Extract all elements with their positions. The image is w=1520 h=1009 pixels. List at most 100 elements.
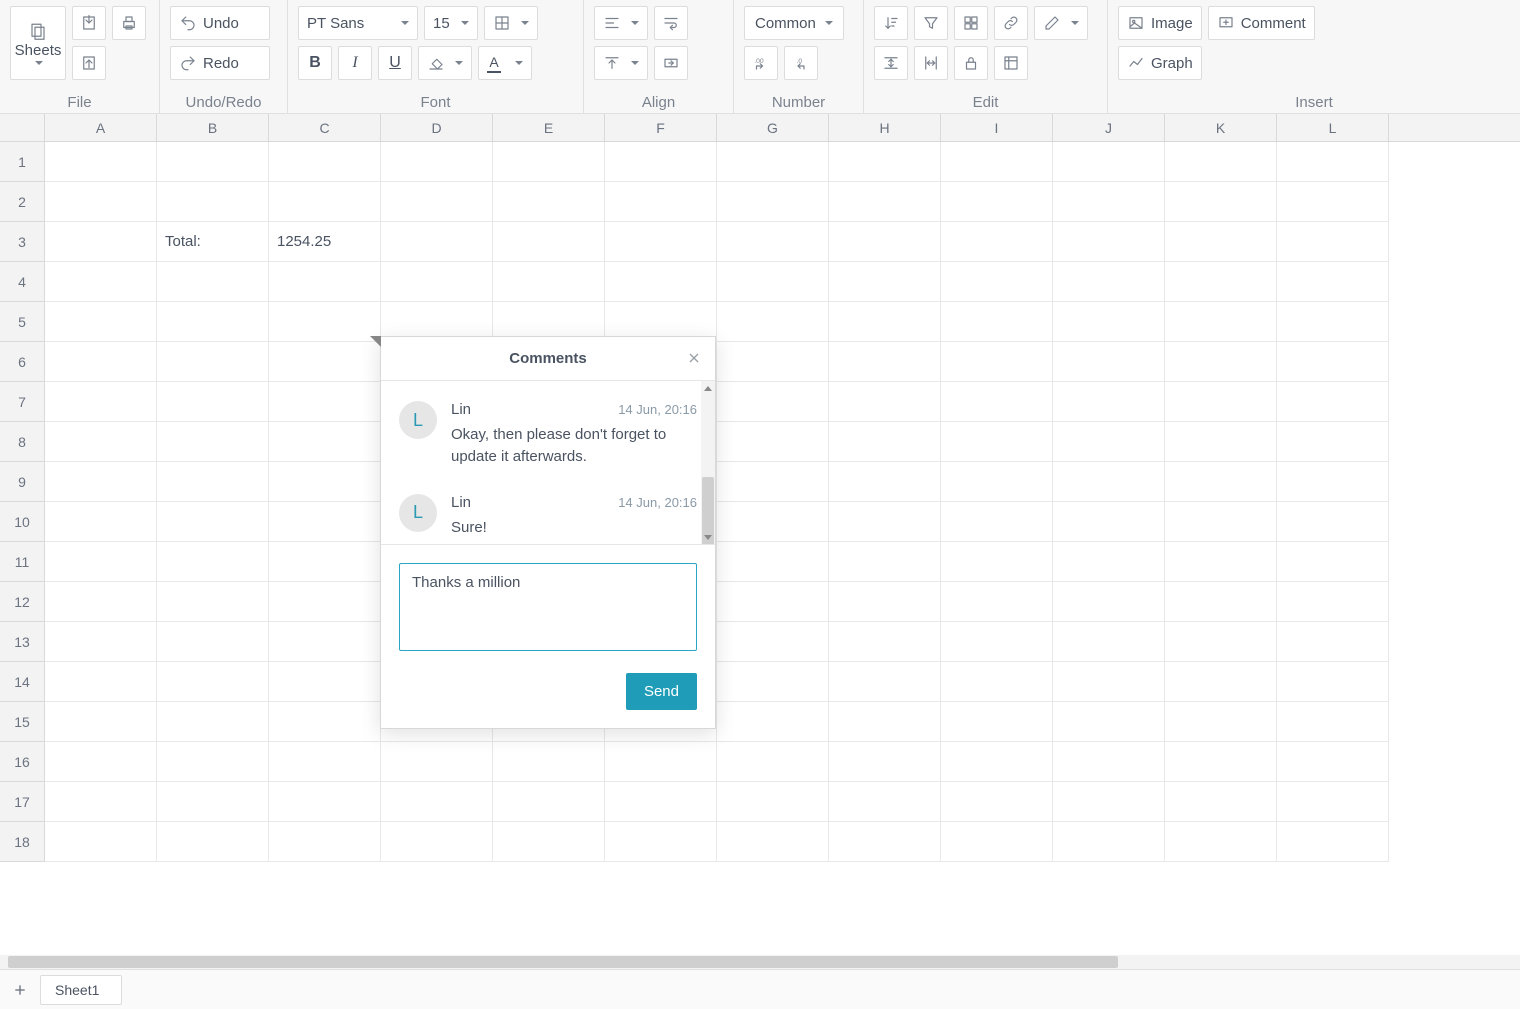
cell[interactable]: [1053, 742, 1165, 782]
cell[interactable]: [157, 422, 269, 462]
cell[interactable]: [269, 342, 381, 382]
cell[interactable]: [829, 822, 941, 862]
cell[interactable]: [157, 342, 269, 382]
cell[interactable]: [1277, 582, 1389, 622]
row-header[interactable]: 2: [0, 182, 44, 222]
colwidth-button[interactable]: [914, 46, 948, 80]
cell[interactable]: [717, 542, 829, 582]
import-button[interactable]: [72, 6, 106, 40]
row-header[interactable]: 5: [0, 302, 44, 342]
cell[interactable]: [941, 582, 1053, 622]
cell[interactable]: [45, 302, 157, 342]
cell[interactable]: [1165, 502, 1277, 542]
cell[interactable]: [1053, 582, 1165, 622]
cell[interactable]: [1277, 182, 1389, 222]
cell[interactable]: [605, 142, 717, 182]
cell[interactable]: [941, 262, 1053, 302]
cell[interactable]: [493, 822, 605, 862]
cell[interactable]: [605, 222, 717, 262]
cell[interactable]: [717, 142, 829, 182]
column-header[interactable]: D: [381, 114, 493, 141]
cell[interactable]: [45, 222, 157, 262]
cell[interactable]: [45, 342, 157, 382]
cell[interactable]: [45, 582, 157, 622]
border-button[interactable]: [484, 6, 538, 40]
column-header[interactable]: C: [269, 114, 381, 141]
cell[interactable]: [829, 342, 941, 382]
cell[interactable]: [1277, 782, 1389, 822]
number-format-select[interactable]: Common: [744, 6, 844, 40]
cell[interactable]: [717, 462, 829, 502]
cell[interactable]: [1277, 822, 1389, 862]
cells-area[interactable]: Total:1254.25: [45, 142, 1520, 955]
cell[interactable]: [1165, 182, 1277, 222]
cell[interactable]: [717, 622, 829, 662]
comments-scrollbar[interactable]: [701, 381, 715, 544]
cell[interactable]: [941, 182, 1053, 222]
row-header[interactable]: 15: [0, 702, 44, 742]
cell[interactable]: [381, 822, 493, 862]
cell[interactable]: [941, 302, 1053, 342]
merge-button[interactable]: [654, 46, 688, 80]
row-header[interactable]: 1: [0, 142, 44, 182]
cell[interactable]: [605, 262, 717, 302]
cell[interactable]: [1165, 262, 1277, 302]
insert-comment-button[interactable]: Comment: [1208, 6, 1315, 40]
cell[interactable]: [157, 142, 269, 182]
row-header[interactable]: 14: [0, 662, 44, 702]
cell[interactable]: [717, 702, 829, 742]
cell[interactable]: [829, 422, 941, 462]
valign-button[interactable]: [594, 46, 648, 80]
cell[interactable]: [1165, 462, 1277, 502]
cell[interactable]: [1165, 302, 1277, 342]
cell[interactable]: [381, 742, 493, 782]
cell[interactable]: [1165, 222, 1277, 262]
text-color-button[interactable]: A: [478, 46, 532, 80]
sheets-button[interactable]: Sheets: [10, 6, 66, 80]
cell[interactable]: [269, 702, 381, 742]
bold-button[interactable]: B: [298, 46, 332, 80]
cell[interactable]: [157, 742, 269, 782]
cell[interactable]: [1165, 342, 1277, 382]
row-header[interactable]: 8: [0, 422, 44, 462]
row-header[interactable]: 17: [0, 782, 44, 822]
row-header[interactable]: 9: [0, 462, 44, 502]
column-header[interactable]: L: [1277, 114, 1389, 141]
cell[interactable]: [717, 582, 829, 622]
font-size-select[interactable]: 15: [424, 6, 478, 40]
cell[interactable]: [941, 702, 1053, 742]
cell[interactable]: [269, 742, 381, 782]
cell[interactable]: [157, 542, 269, 582]
cell[interactable]: [605, 782, 717, 822]
cell[interactable]: [157, 182, 269, 222]
cell[interactable]: [605, 182, 717, 222]
cell[interactable]: [941, 462, 1053, 502]
cell[interactable]: [1053, 542, 1165, 582]
cell[interactable]: [1053, 502, 1165, 542]
cell[interactable]: [381, 262, 493, 302]
cell[interactable]: [1277, 742, 1389, 782]
link-button[interactable]: [994, 6, 1028, 40]
cell[interactable]: [381, 142, 493, 182]
cell[interactable]: [829, 702, 941, 742]
cell[interactable]: [381, 222, 493, 262]
scroll-thumb[interactable]: [8, 956, 1118, 968]
cell[interactable]: [1277, 382, 1389, 422]
cell[interactable]: [157, 462, 269, 502]
cell[interactable]: [829, 502, 941, 542]
cell[interactable]: [1277, 702, 1389, 742]
cell[interactable]: [45, 542, 157, 582]
cell[interactable]: [1053, 382, 1165, 422]
cell[interactable]: [493, 182, 605, 222]
cell[interactable]: [1053, 782, 1165, 822]
cell[interactable]: [45, 182, 157, 222]
cell[interactable]: [1053, 662, 1165, 702]
cell[interactable]: [157, 782, 269, 822]
cell[interactable]: [941, 382, 1053, 422]
cell[interactable]: [717, 342, 829, 382]
export-button[interactable]: [72, 46, 106, 80]
cell[interactable]: [493, 782, 605, 822]
cell[interactable]: [941, 782, 1053, 822]
cell[interactable]: [1053, 182, 1165, 222]
column-header[interactable]: E: [493, 114, 605, 141]
